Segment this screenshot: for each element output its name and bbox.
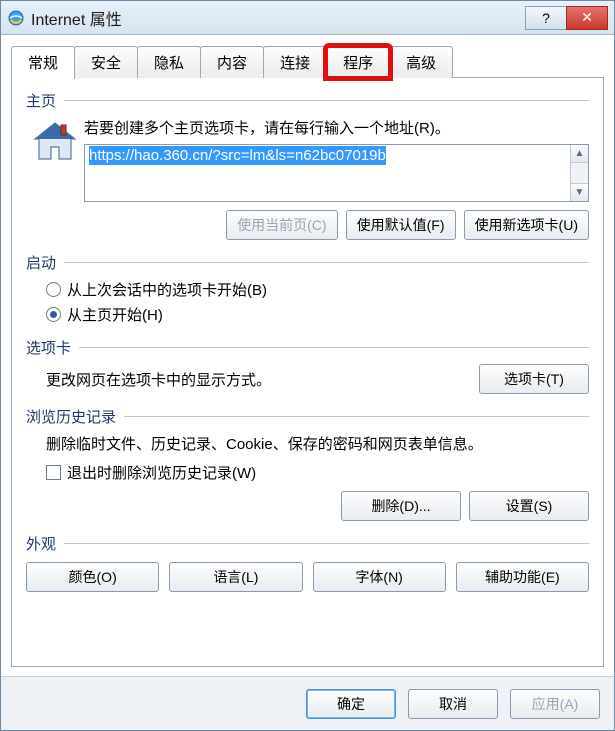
radio-label: 从上次会话中的选项卡开始(B) (67, 279, 267, 300)
group-title-history: 浏览历史记录 (26, 406, 116, 427)
dialog-window: Internet 属性 ? ✕ 常规 安全 隐私 内容 连接 程序 高级 主页 (0, 0, 615, 731)
help-button[interactable]: ? (525, 6, 567, 30)
delete-history-button[interactable]: 删除(D)... (341, 491, 461, 521)
languages-button[interactable]: 语言(L) (169, 562, 302, 592)
history-settings-button[interactable]: 设置(S) (469, 491, 589, 521)
use-new-tab-button[interactable]: 使用新选项卡(U) (464, 210, 589, 240)
radio-icon (46, 307, 61, 322)
radio-last-session[interactable]: 从上次会话中的选项卡开始(B) (46, 279, 589, 300)
accessibility-button[interactable]: 辅助功能(E) (456, 562, 589, 592)
group-startup: 启动 从上次会话中的选项卡开始(B) 从主页开始(H) (26, 252, 589, 325)
textarea-scrollbar[interactable]: ▲ ▼ (570, 145, 588, 201)
titlebar: Internet 属性 ? ✕ (1, 1, 614, 35)
checkbox-icon (46, 465, 61, 480)
tab-content[interactable]: 内容 (200, 46, 264, 78)
homepage-url-text: https://hao.360.cn/?src=lm&ls=n62bc07019… (89, 146, 386, 165)
tab-security[interactable]: 安全 (74, 46, 138, 78)
tab-advanced[interactable]: 高级 (389, 46, 453, 78)
check-delete-on-exit[interactable]: 退出时删除浏览历史记录(W) (46, 462, 589, 483)
group-divider (64, 100, 589, 101)
ok-button[interactable]: 确定 (306, 689, 396, 719)
group-history: 浏览历史记录 删除临时文件、历史记录、Cookie、保存的密码和网页表单信息。 … (26, 406, 589, 521)
tab-programs[interactable]: 程序 (326, 46, 390, 78)
radio-icon (46, 282, 61, 297)
tabs-desc: 更改网页在选项卡中的显示方式。 (46, 369, 271, 390)
group-title-appearance: 外观 (26, 533, 56, 554)
group-appearance: 外观 颜色(O) 语言(L) 字体(N) 辅助功能(E) (26, 533, 589, 592)
group-title-tabs: 选项卡 (26, 337, 71, 358)
tab-privacy[interactable]: 隐私 (137, 46, 201, 78)
homepage-url-input[interactable]: https://hao.360.cn/?src=lm&ls=n62bc07019… (84, 144, 589, 202)
group-title-homepage: 主页 (26, 90, 56, 111)
tabs-settings-button[interactable]: 选项卡(T) (479, 364, 589, 394)
group-tabs: 选项卡 更改网页在选项卡中的显示方式。 选项卡(T) (26, 337, 589, 394)
window-buttons: ? ✕ (526, 6, 608, 30)
window-title: Internet 属性 (31, 6, 526, 30)
use-current-page-button[interactable]: 使用当前页(C) (226, 210, 337, 240)
close-button[interactable]: ✕ (566, 6, 608, 30)
tab-panel-general: 主页 若要创建多个主页选项卡，请在每行输入一个地址(R)。 (11, 77, 604, 667)
dialog-footer: 确定 取消 应用(A) (1, 676, 614, 730)
dialog-body: 常规 安全 隐私 内容 连接 程序 高级 主页 (1, 35, 614, 730)
group-homepage: 主页 若要创建多个主页选项卡，请在每行输入一个地址(R)。 (26, 90, 589, 240)
scroll-down-icon[interactable]: ▼ (571, 183, 588, 201)
tab-strip: 常规 安全 隐私 内容 连接 程序 高级 (11, 45, 604, 78)
tab-connections[interactable]: 连接 (263, 46, 327, 78)
apply-button[interactable]: 应用(A) (510, 689, 600, 719)
colors-button[interactable]: 颜色(O) (26, 562, 159, 592)
tab-general[interactable]: 常规 (11, 46, 75, 79)
homepage-instruction: 若要创建多个主页选项卡，请在每行输入一个地址(R)。 (84, 117, 589, 138)
radio-homepage[interactable]: 从主页开始(H) (46, 304, 589, 325)
group-divider (124, 416, 589, 417)
checkbox-label: 退出时删除浏览历史记录(W) (67, 462, 256, 483)
scroll-up-icon[interactable]: ▲ (571, 145, 588, 163)
ie-icon (7, 9, 25, 27)
group-divider (64, 262, 589, 263)
group-divider (79, 347, 589, 348)
use-default-button[interactable]: 使用默认值(F) (346, 210, 456, 240)
radio-label: 从主页开始(H) (67, 304, 163, 325)
fonts-button[interactable]: 字体(N) (313, 562, 446, 592)
group-title-startup: 启动 (26, 252, 56, 273)
group-divider (64, 543, 589, 544)
cancel-button[interactable]: 取消 (408, 689, 498, 719)
history-desc: 删除临时文件、历史记录、Cookie、保存的密码和网页表单信息。 (46, 433, 589, 454)
home-icon (26, 117, 84, 163)
